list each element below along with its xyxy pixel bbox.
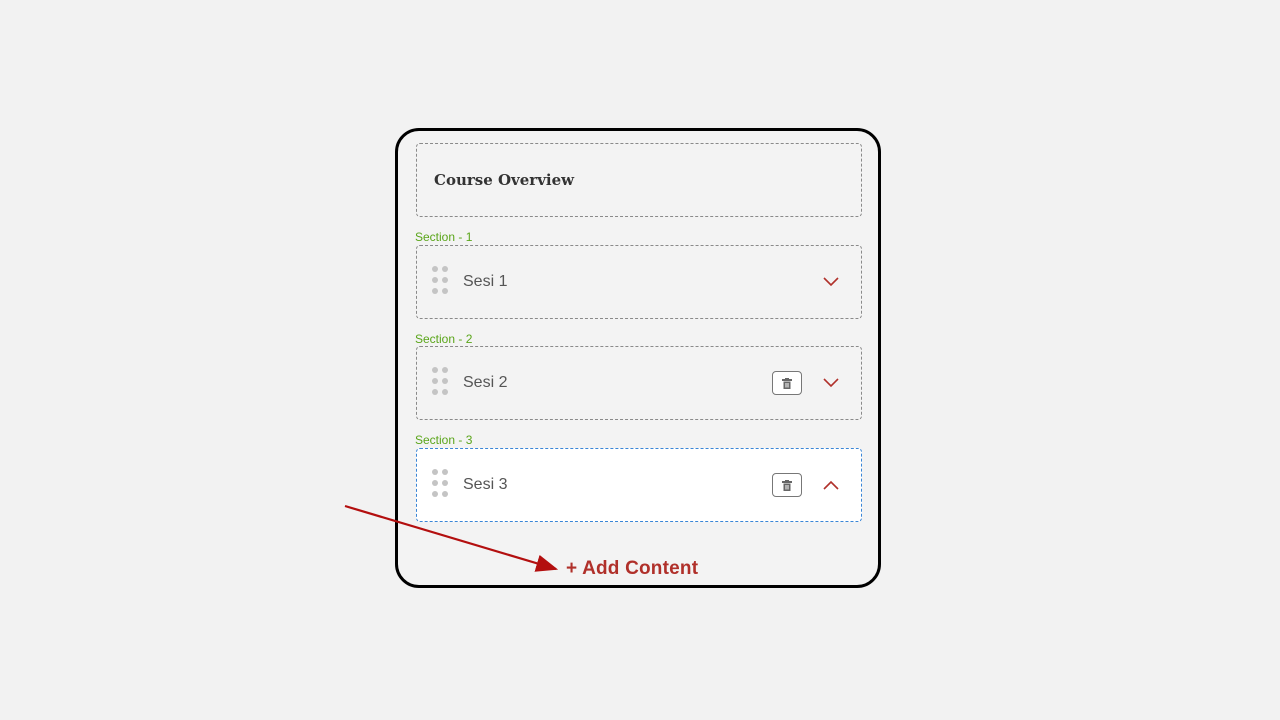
expand-session-1-button[interactable] [820, 271, 842, 293]
course-overview-card[interactable]: Course Overview [416, 143, 862, 217]
drag-handle-icon[interactable] [432, 367, 452, 397]
chevron-up-icon [823, 480, 839, 490]
section-label-2: Section - 2 [415, 332, 473, 346]
course-overview-title: Course Overview [434, 171, 575, 189]
expand-session-2-button[interactable] [820, 372, 842, 394]
add-content-button[interactable]: + Add Content [566, 558, 698, 580]
delete-session-3-button[interactable] [772, 473, 802, 497]
trash-icon [782, 479, 792, 491]
collapse-session-3-button[interactable] [820, 474, 842, 496]
drag-handle-icon[interactable] [432, 469, 452, 499]
section-label-1: Section - 1 [415, 230, 473, 244]
session-name-2: Sesi 2 [463, 374, 508, 391]
delete-session-2-button[interactable] [772, 371, 802, 395]
stage: Course Overview Section - 1 Sesi 1 Secti… [0, 0, 1280, 720]
session-card-1[interactable]: Sesi 1 [416, 245, 862, 319]
session-card-2[interactable]: Sesi 2 [416, 346, 862, 420]
chevron-down-icon [823, 277, 839, 287]
chevron-down-icon [823, 378, 839, 388]
session-name-3: Sesi 3 [463, 476, 508, 493]
course-content-panel: Course Overview Section - 1 Sesi 1 Secti… [395, 128, 881, 588]
section-label-3: Section - 3 [415, 433, 473, 447]
trash-icon [782, 377, 792, 389]
session-name-1: Sesi 1 [463, 273, 508, 290]
drag-handle-icon[interactable] [432, 266, 452, 296]
session-card-3[interactable]: Sesi 3 [416, 448, 862, 522]
